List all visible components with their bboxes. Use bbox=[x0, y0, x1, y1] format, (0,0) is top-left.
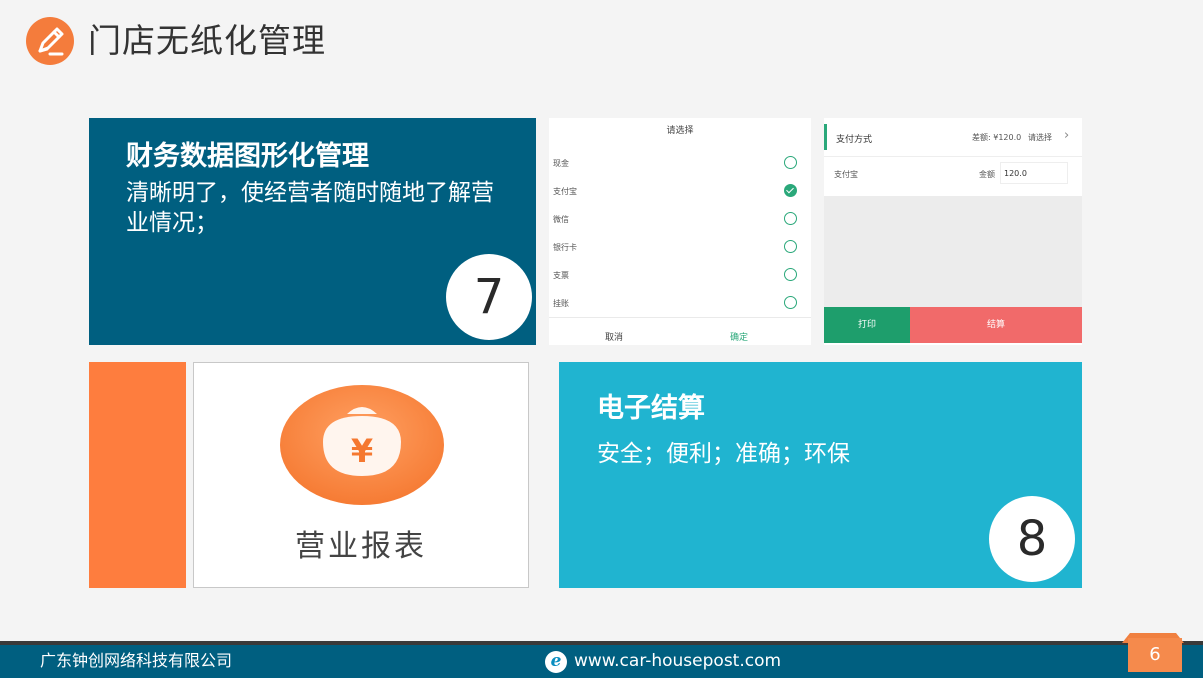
radio-icon[interactable] bbox=[784, 268, 797, 281]
ie-icon: e bbox=[545, 651, 567, 673]
option-label: 支付宝 bbox=[553, 187, 577, 196]
divider bbox=[549, 317, 811, 318]
settle-button[interactable]: 结算 bbox=[910, 307, 1082, 343]
payment-option-bank-card[interactable]: 银行卡 bbox=[553, 234, 807, 262]
chevron-right-icon[interactable]: › bbox=[1064, 128, 1069, 143]
divider bbox=[824, 156, 1082, 157]
print-button[interactable]: 打印 bbox=[824, 307, 910, 343]
radio-icon[interactable] bbox=[784, 240, 797, 253]
payment-select-dialog: 请选择 现金 支付宝 微信 银行卡 支票 挂账 取消 确定 bbox=[549, 118, 811, 345]
finance-description: 清晰明了，使经营者随时随地了解营业情况； bbox=[126, 180, 494, 236]
confirm-button[interactable]: 确定 bbox=[714, 330, 764, 343]
page-title: 门店无纸化管理 bbox=[88, 21, 326, 60]
empty-area bbox=[824, 196, 1082, 307]
option-label: 现金 bbox=[553, 159, 569, 168]
logo-pencil-icon bbox=[26, 17, 74, 65]
payment-method-screen: 支付方式 差额: ¥120.0 请选择 › 支付宝 金额 120.0 打印 结算 bbox=[824, 118, 1082, 345]
payment-method-title: 支付方式 bbox=[836, 135, 873, 145]
dialog-title: 请选择 bbox=[666, 126, 694, 136]
settle-title: 电子结算 bbox=[597, 393, 705, 424]
radio-icon[interactable] bbox=[784, 212, 797, 225]
report-label: 营业报表 bbox=[295, 529, 427, 564]
orange-accent-block bbox=[89, 362, 186, 588]
radio-icon[interactable] bbox=[784, 296, 797, 309]
selected-method: 支付宝 bbox=[834, 170, 858, 179]
radio-icon[interactable] bbox=[784, 156, 797, 169]
amount-label: 金额 bbox=[979, 170, 995, 179]
payment-option-wechat[interactable]: 微信 bbox=[553, 206, 807, 234]
finance-title: 财务数据图形化管理 bbox=[126, 141, 369, 172]
company-name: 广东钟创网络科技有限公司 bbox=[40, 651, 233, 670]
accent-bar bbox=[824, 124, 827, 150]
option-label: 支票 bbox=[553, 271, 569, 280]
difference-amount: 差额: ¥120.0 bbox=[972, 133, 1022, 142]
payment-option-check[interactable]: 支票 bbox=[553, 262, 807, 290]
step-number-7: 7 bbox=[446, 254, 532, 340]
cancel-button[interactable]: 取消 bbox=[589, 330, 639, 343]
report-card: ¥ 营业报表 bbox=[193, 362, 529, 588]
payment-option-on-account[interactable]: 挂账 bbox=[553, 290, 807, 318]
settle-description: 安全；便利；准确；环保 bbox=[597, 441, 850, 467]
payment-option-cash[interactable]: 现金 bbox=[553, 150, 807, 178]
page-number: 6 bbox=[1128, 638, 1182, 672]
radio-checked-icon[interactable] bbox=[784, 184, 797, 197]
website-link[interactable]: www.car-housepost.com bbox=[574, 648, 781, 674]
option-label: 挂账 bbox=[553, 299, 569, 308]
money-bag-icon: ¥ bbox=[280, 385, 444, 505]
amount-value: 120.0 bbox=[1004, 169, 1027, 178]
option-label: 微信 bbox=[553, 215, 569, 224]
step-number-8: 8 bbox=[989, 496, 1075, 582]
option-label: 银行卡 bbox=[553, 243, 577, 252]
payment-option-alipay[interactable]: 支付宝 bbox=[553, 178, 807, 206]
choose-link[interactable]: 请选择 bbox=[1028, 132, 1052, 143]
yen-symbol: ¥ bbox=[351, 432, 373, 470]
